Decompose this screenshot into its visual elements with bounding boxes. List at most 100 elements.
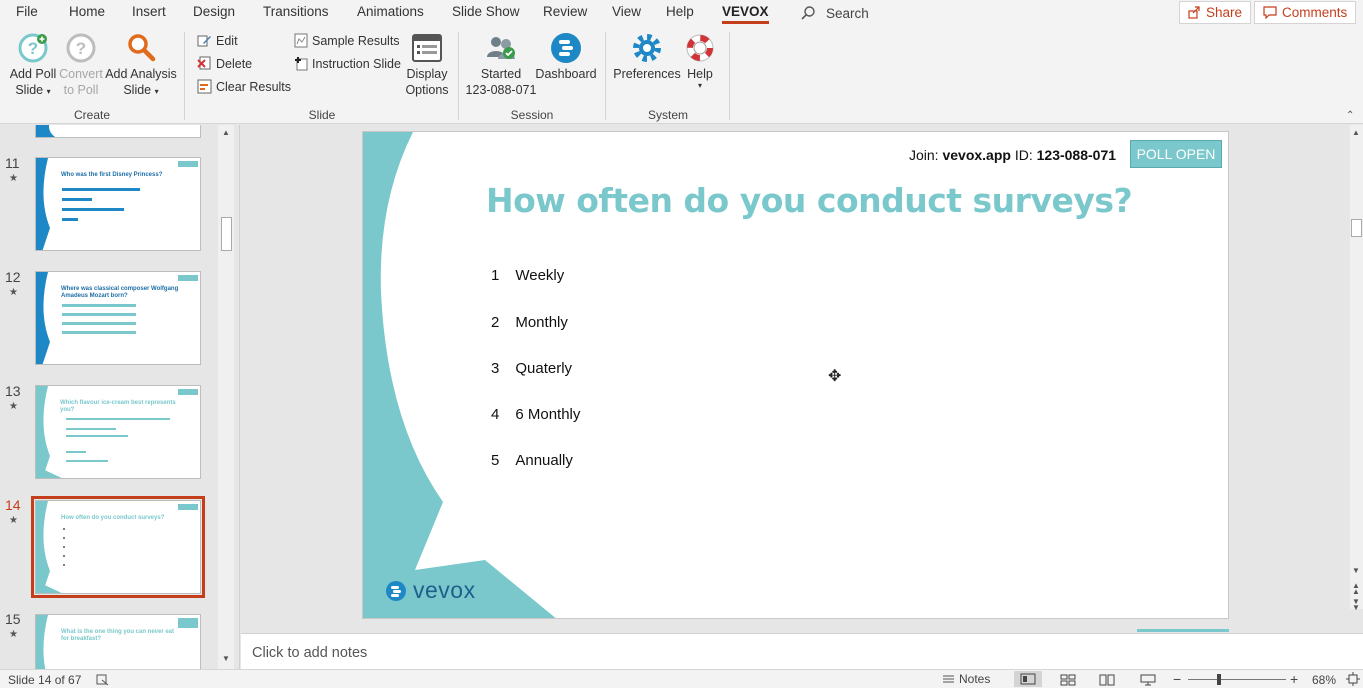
join-instructions: Join: vevox.app ID: 123-088-071: [909, 147, 1116, 163]
normal-view-icon: [1020, 673, 1036, 685]
notes-icon: [943, 675, 954, 683]
notes-toggle-button[interactable]: Notes: [942, 672, 990, 686]
scrollbar-thumb[interactable]: [1351, 219, 1362, 237]
slide-group-label: Slide: [308, 108, 336, 122]
svg-text:?: ?: [28, 39, 38, 58]
tab-home[interactable]: Home: [69, 4, 105, 19]
zoom-out-icon[interactable]: −: [1173, 671, 1181, 687]
thumbnail-scrollbar[interactable]: ▲ ▼: [218, 125, 234, 669]
zoom-in-icon[interactable]: +: [1290, 671, 1298, 687]
tab-animations[interactable]: Animations: [357, 4, 424, 19]
tab-help[interactable]: Help: [666, 4, 694, 19]
option-number: 1: [491, 267, 500, 284]
zoom-slider[interactable]: [1188, 679, 1286, 680]
magnifier-icon: [128, 34, 156, 62]
tab-view[interactable]: View: [612, 4, 641, 19]
poll-option: 4 6 Monthly: [491, 406, 580, 423]
dashboard-button[interactable]: Dashboard: [535, 32, 597, 82]
fit-to-window-icon[interactable]: [1346, 672, 1360, 686]
session-started-button[interactable]: Started 123-088-071: [464, 32, 538, 98]
slide-number: 11: [5, 155, 20, 171]
tab-file[interactable]: File: [16, 4, 38, 19]
convert-label-1: Convert: [59, 67, 103, 81]
accessibility-icon[interactable]: [96, 674, 109, 686]
clear-results-button[interactable]: Clear Results: [197, 79, 291, 94]
tab-design[interactable]: Design: [193, 4, 235, 19]
tab-vevox[interactable]: VEVOX: [722, 4, 769, 24]
edit-button[interactable]: Edit: [197, 33, 238, 48]
slide-thumbnail-11[interactable]: Who was the first Disney Princess?: [35, 157, 201, 251]
current-slide[interactable]: Join: vevox.app ID: 123-088-071 POLL OPE…: [362, 131, 1229, 619]
slide-thumbnail-14[interactable]: How often do you conduct surveys?: [31, 496, 205, 598]
session-group-label: Session: [510, 108, 554, 122]
previous-slide-icon[interactable]: ▲ ▲: [1352, 582, 1360, 596]
help-button[interactable]: Help ▾: [680, 32, 720, 90]
share-label: Share: [1206, 5, 1243, 20]
next-slide-icon[interactable]: ▼ ▼: [1352, 598, 1360, 612]
delete-button[interactable]: Delete: [197, 56, 252, 71]
group-divider: [729, 32, 730, 120]
reading-view-icon[interactable]: [1099, 674, 1115, 686]
join-url: vevox.app: [942, 147, 1011, 163]
preferences-label: Preferences: [613, 67, 681, 81]
scroll-up-icon[interactable]: ▲: [222, 128, 230, 137]
thumbnail-title: Who was the first Disney Princess?: [61, 172, 163, 178]
session-id-label: 123-088-071: [465, 83, 537, 97]
preferences-button[interactable]: Preferences: [612, 32, 682, 82]
group-divider: [605, 32, 606, 120]
notes-toggle-label: Notes: [959, 672, 991, 686]
join-id-label: ID:: [1014, 147, 1033, 163]
display-options-icon: [412, 34, 442, 62]
tab-transitions[interactable]: Transitions: [263, 4, 329, 19]
option-text: Annually: [515, 452, 573, 469]
star-icon: ★: [9, 629, 18, 640]
slideshow-icon[interactable]: [1140, 674, 1156, 686]
display-options-button[interactable]: Display Options: [404, 32, 450, 98]
slide-thumbnail-12[interactable]: Where was classical composer Wolfgang Am…: [35, 271, 201, 365]
search-label: Search: [826, 5, 869, 21]
star-icon: ★: [9, 515, 18, 526]
tab-insert[interactable]: Insert: [132, 4, 166, 19]
slide-thumbnail-13[interactable]: Which flavour ice-cream best represents …: [35, 385, 201, 479]
poll-option: 2 Monthly: [491, 314, 568, 331]
tab-review[interactable]: Review: [543, 4, 587, 19]
dashboard-label: Dashboard: [535, 67, 597, 81]
normal-view-button[interactable]: [1014, 671, 1042, 687]
collapse-ribbon-icon[interactable]: ⌃: [1346, 110, 1354, 121]
search-icon: [801, 6, 815, 20]
slide-number: 12: [5, 269, 21, 285]
pencil-icon: [197, 35, 211, 47]
slide-number: 13: [5, 383, 21, 399]
scroll-down-icon[interactable]: ▼: [1352, 566, 1360, 575]
svg-text:?: ?: [76, 39, 86, 58]
slide-thumbnail-partial[interactable]: [35, 125, 201, 138]
add-poll-slide-button[interactable]: ? Add Poll Slide ▾: [6, 32, 60, 100]
scrollbar-thumb[interactable]: [221, 217, 232, 251]
instruction-slide-button[interactable]: Instruction Slide: [294, 56, 401, 71]
clear-results-icon: [197, 79, 212, 94]
scroll-down-icon[interactable]: ▼: [222, 654, 230, 663]
vevox-logo-icon: [386, 580, 406, 601]
move-cursor-icon: ✥: [828, 368, 842, 385]
add-analysis-label-1: Add Analysis: [105, 67, 177, 81]
slide-scrollbar[interactable]: ▲ ▼ ▲ ▲ ▼ ▼: [1350, 125, 1363, 612]
users-icon: [487, 37, 515, 59]
search-box[interactable]: Search: [800, 3, 869, 23]
slide-number: 14: [5, 497, 21, 513]
zoom-level[interactable]: 68%: [1312, 673, 1336, 687]
ribbon-tab-bar: File Home Insert Design Transitions Anim…: [0, 0, 1363, 26]
tab-slide-show[interactable]: Slide Show: [452, 4, 520, 19]
sample-results-button[interactable]: Sample Results: [294, 33, 400, 48]
star-icon: ★: [9, 173, 18, 184]
share-button[interactable]: Share: [1179, 1, 1252, 24]
convert-to-poll-button[interactable]: ? Convert to Poll: [58, 32, 104, 98]
scroll-up-icon[interactable]: ▲: [1352, 128, 1360, 137]
add-analysis-slide-button[interactable]: Add Analysis Slide ▾: [104, 32, 178, 100]
slide-sorter-icon[interactable]: [1060, 674, 1076, 686]
thumbnail-title: Where was classical composer Wolfgang Am…: [61, 286, 179, 299]
comments-button[interactable]: Comments: [1254, 1, 1357, 24]
slide-thumbnail-15[interactable]: What is the one thing you can never eat …: [35, 614, 201, 669]
notes-pane[interactable]: Click to add notes: [241, 633, 1363, 669]
zoom-slider-thumb[interactable]: [1217, 674, 1221, 685]
notes-placeholder: Click to add notes: [252, 645, 368, 661]
